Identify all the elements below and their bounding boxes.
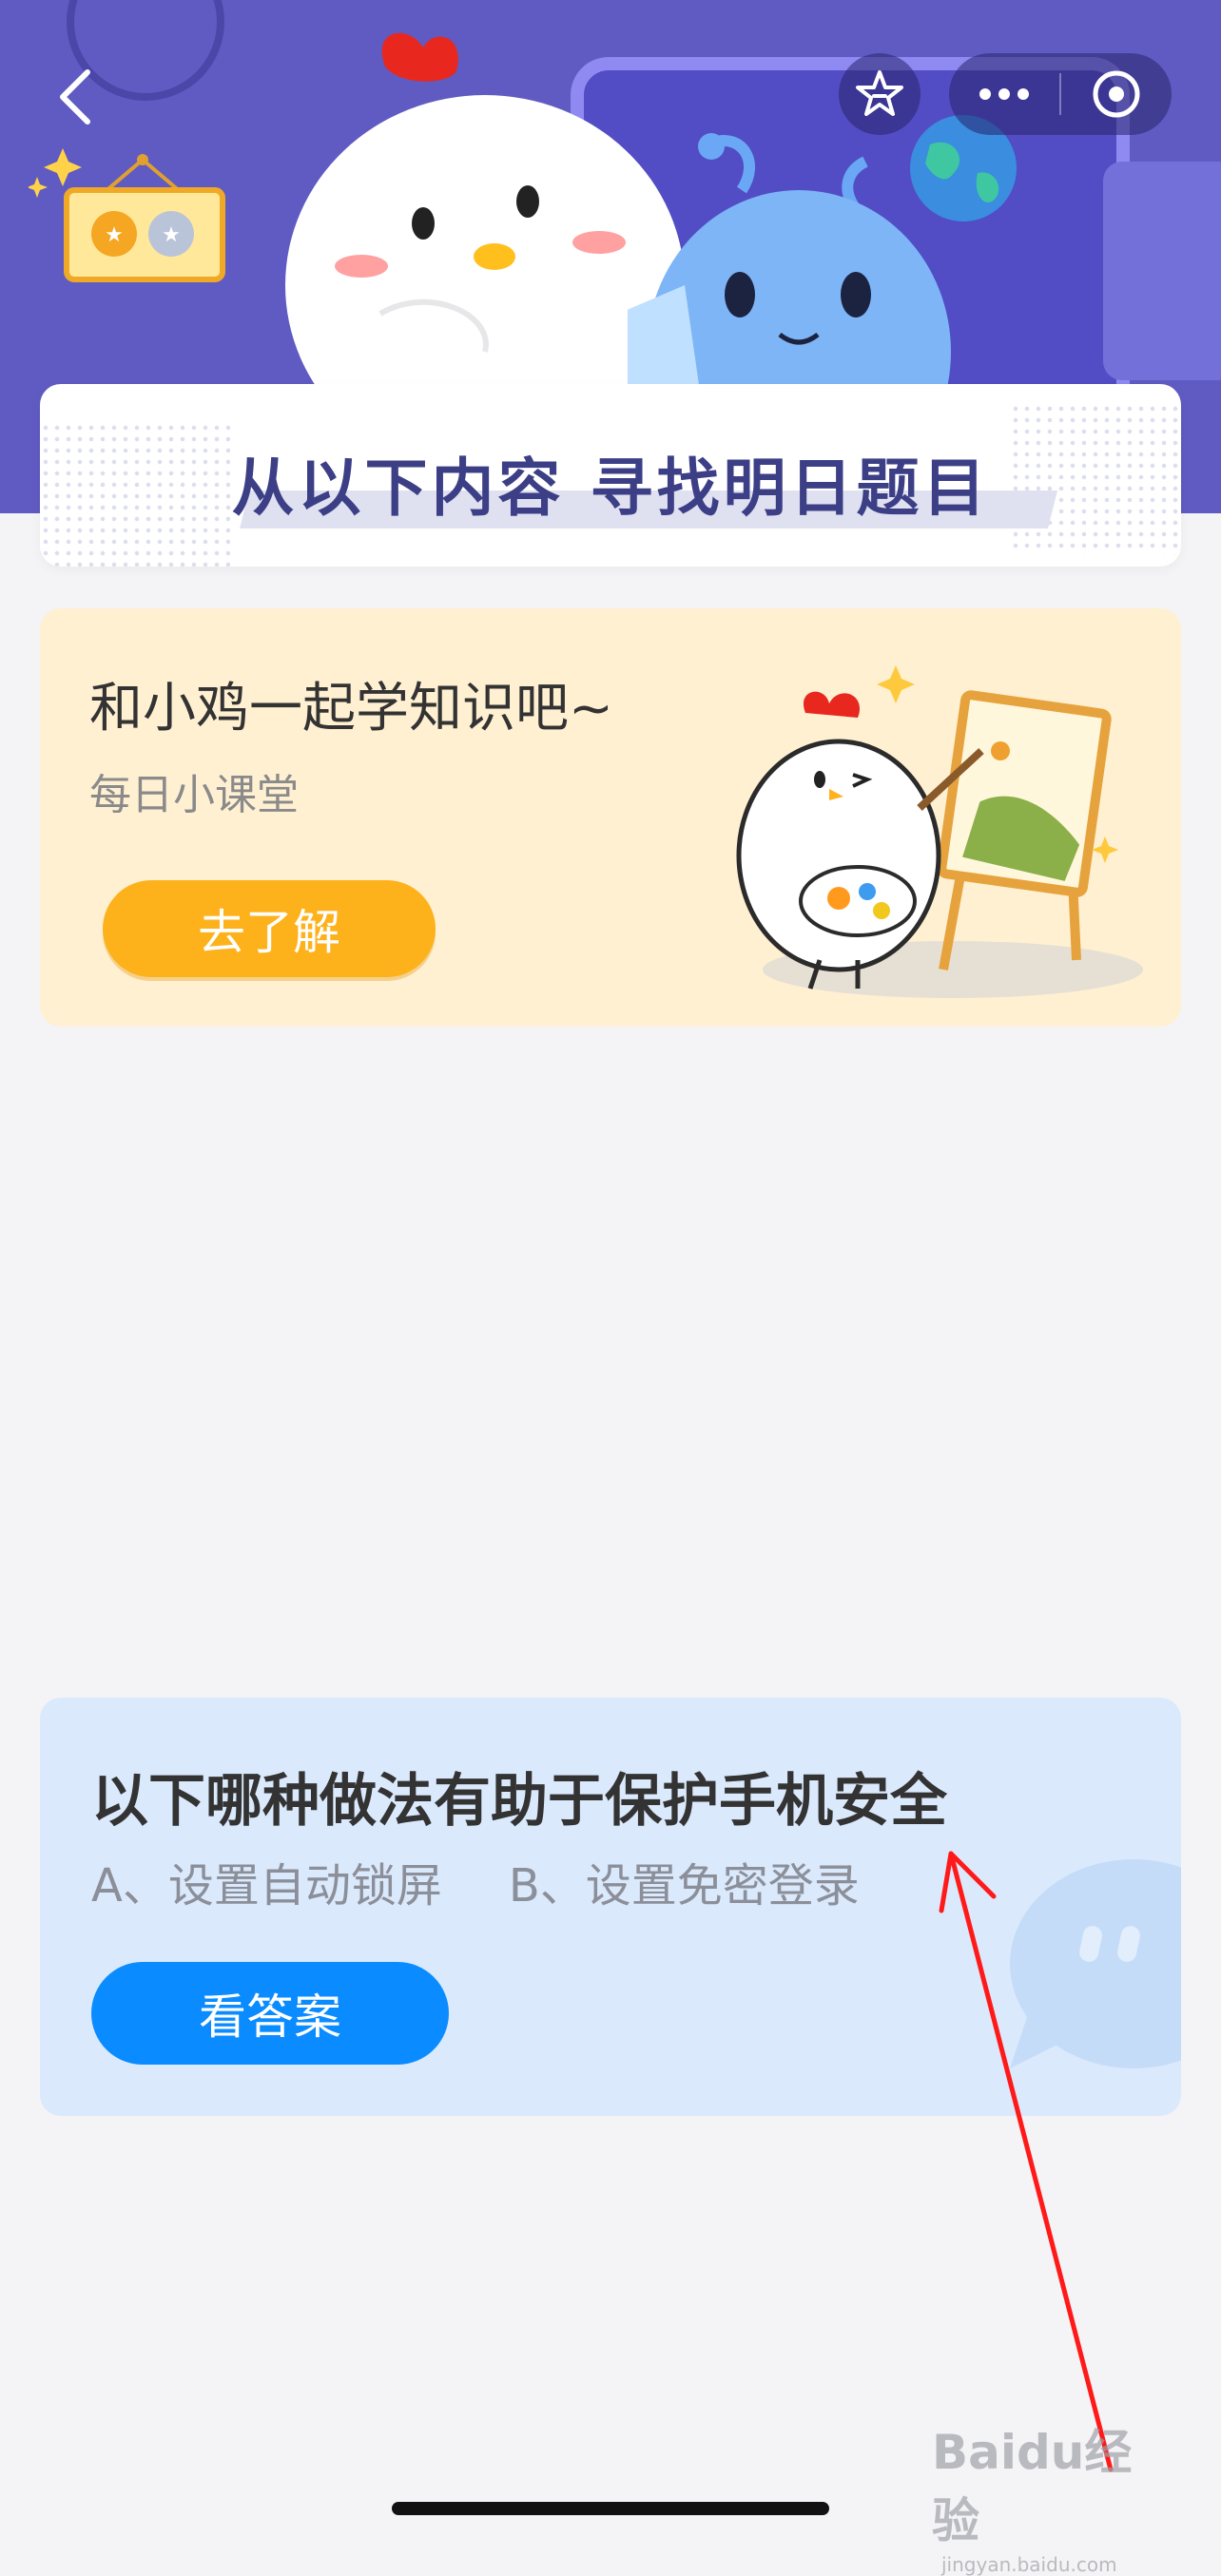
baidu-jingyan-watermark: Baidu经验 jingyan.baidu.com bbox=[932, 2414, 1179, 2576]
chevron-left-icon bbox=[60, 69, 90, 125]
section-banner: 从以下内容 寻找明日题目 bbox=[40, 384, 1181, 567]
section-title: 从以下内容 寻找明日题目 bbox=[231, 452, 990, 525]
chat-bubble-icon bbox=[1010, 1859, 1181, 2068]
close-button[interactable] bbox=[1061, 53, 1172, 135]
quiz-option-a: A、设置自动锁屏 bbox=[91, 1859, 442, 1913]
learn-card-title: 和小鸡一起学知识吧~ bbox=[89, 678, 613, 740]
quiz-question: 以下哪种做法有助于保护手机安全 bbox=[91, 1768, 947, 1835]
svg-text:★: ★ bbox=[105, 223, 124, 247]
achievement-badge-board[interactable]: ★ ★ bbox=[29, 143, 228, 285]
svg-text:★: ★ bbox=[162, 223, 181, 247]
learn-card-subtitle: 每日小课堂 bbox=[89, 771, 299, 819]
watermark-sub: jingyan.baidu.com bbox=[941, 2553, 1117, 2576]
more-button[interactable] bbox=[949, 53, 1059, 135]
page: ★ ★ 从以下内容 寻找明日题目 和小鸡一起学知识吧~ 每日小课堂 去了解 以下… bbox=[0, 0, 1221, 2576]
watermark-main: Baidu经验 bbox=[932, 2425, 1133, 2548]
mini-program-capsule bbox=[949, 53, 1172, 135]
home-indicator[interactable] bbox=[392, 2502, 829, 2515]
decorative-side-panel bbox=[1103, 162, 1221, 380]
more-dots-icon bbox=[979, 88, 1029, 100]
learn-card[interactable]: 和小鸡一起学知识吧~ 每日小课堂 去了解 bbox=[40, 608, 1181, 1027]
back-button[interactable] bbox=[53, 67, 101, 127]
favorite-button[interactable] bbox=[839, 53, 921, 135]
view-answer-button[interactable]: 看答案 bbox=[91, 1962, 449, 2065]
star-icon bbox=[856, 70, 903, 116]
target-circle-icon bbox=[1093, 70, 1140, 118]
quiz-option-b: B、设置免密登录 bbox=[508, 1859, 860, 1913]
quiz-card: 以下哪种做法有助于保护手机安全 A、设置自动锁屏 B、设置免密登录 看答案 bbox=[40, 1698, 1181, 2116]
learn-more-button[interactable]: 去了解 bbox=[103, 880, 436, 977]
painting-chicken-illustration bbox=[736, 665, 1143, 998]
quiz-options: A、设置自动锁屏 B、设置免密登录 bbox=[91, 1848, 860, 1914]
